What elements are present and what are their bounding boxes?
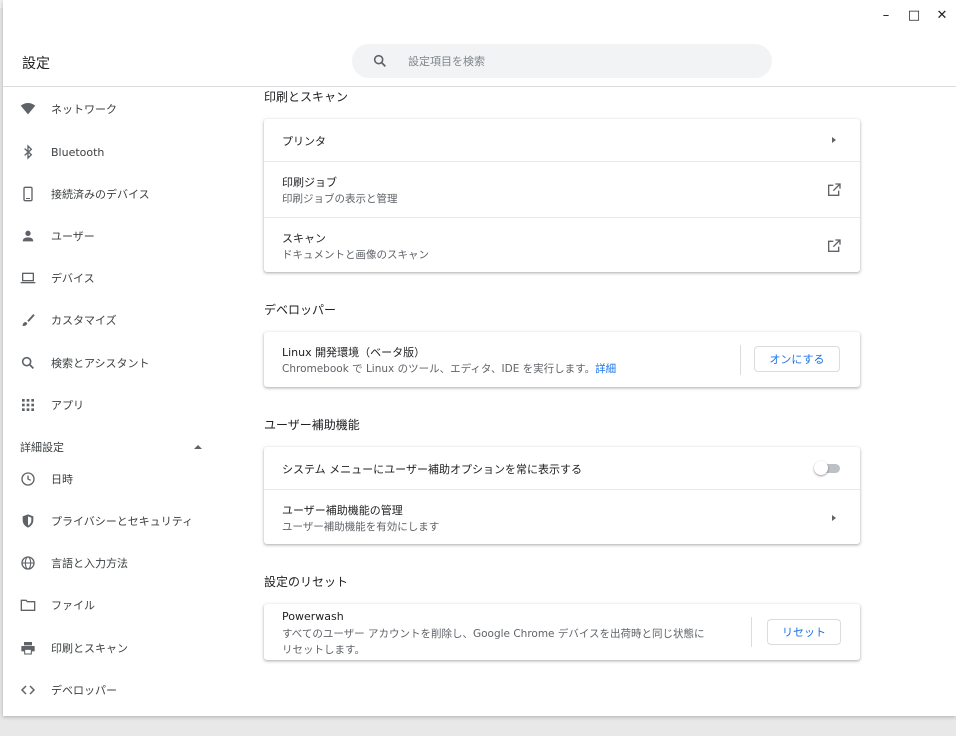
scan-subtitle: ドキュメントと画像のスキャン [282,249,429,261]
sidebar-item-developers[interactable]: デベロッパー [3,675,223,705]
developers-card: Linux 開発環境（ベータ版） Chromebook で Linux のツール… [264,332,860,387]
globe-icon [20,555,36,571]
manage-a11y-row[interactable]: ユーザー補助機能の管理 ユーザー補助機能を有効にします [264,489,860,545]
powerwash-description-line1: すべてのユーザー アカウントを削除し、Google Chrome デバイスを出荷… [282,628,705,640]
scan-title: スキャン [282,232,326,245]
printer-icon [20,640,36,656]
section-title-accessibility: ユーザー補助機能 [264,418,360,432]
print-jobs-title: 印刷ジョブ [282,176,337,189]
phone-icon [20,186,36,202]
sidebar-item-languages[interactable]: 言語と入力方法 [3,548,223,578]
sidebar-item-label: デバイス [51,272,95,285]
sidebar-item-label: ファイル [51,599,95,612]
sidebar-item-date-time[interactable]: 日時 [3,464,223,494]
shield-icon [20,513,36,529]
sidebar-item-files[interactable]: ファイル [3,590,223,620]
close-button[interactable]: ✕ [928,8,956,23]
sidebar-item-bluetooth[interactable]: Bluetooth [3,137,223,167]
maximize-button[interactable]: □ [900,8,928,23]
sidebar-item-label: ネットワーク [51,103,117,116]
sidebar-item-label: ユーザー [51,230,95,243]
chevron-right-icon [832,137,836,143]
manage-a11y-subtitle: ユーザー補助機能を有効にします [282,521,440,533]
sidebar-item-printing[interactable]: 印刷とスキャン [3,633,223,663]
advanced-section-label[interactable]: 詳細設定 [20,439,64,455]
sidebar-item-label: プライバシーとセキュリティ [51,515,194,528]
search-icon [373,54,386,67]
manage-a11y-title: ユーザー補助機能の管理 [282,504,403,517]
sidebar-item-personalization[interactable]: カスタマイズ [3,305,223,335]
scan-row[interactable]: スキャン ドキュメントと画像のスキャン [264,217,860,273]
chevron-right-icon [832,515,836,521]
brush-icon [20,312,36,328]
laptop-icon [20,270,36,286]
open-external-icon[interactable] [826,238,842,254]
printers-row[interactable]: プリンタ [264,119,860,161]
header: – □ ✕ 設定 [3,0,956,87]
search-input[interactable] [406,53,740,69]
search-box[interactable] [352,44,772,78]
sidebar-item-label: 検索とアシスタント [51,357,150,370]
caret-up-icon[interactable] [193,442,203,452]
powerwash-row: Powerwash すべてのユーザー アカウントを削除し、Google Chro… [264,604,860,660]
powerwash-title: Powerwash [282,610,344,623]
page-title: 設定 [22,56,50,72]
wifi-icon [20,101,36,117]
toggle-knob [814,461,828,475]
sidebar-item-label: 印刷とスキャン [51,642,128,655]
folder-icon [20,597,36,613]
powerwash-reset-button[interactable]: リセット [767,619,841,645]
code-icon [20,682,36,698]
bluetooth-icon [20,144,36,160]
sidebar-item-label: アプリ [51,399,84,412]
minimize-button[interactable]: – [872,8,900,23]
section-title-printing: 印刷とスキャン [264,90,349,104]
powerwash-description-line2: リセットします。 [282,644,365,656]
divider [751,617,752,647]
always-show-a11y-row[interactable]: システム メニューにユーザー補助オプションを常に表示する [264,447,860,489]
linux-description: Chromebook で Linux のツール、エディタ、IDE を実行します。 [282,363,596,375]
sidebar-item-connected-devices[interactable]: 接続済みのデバイス [3,179,223,209]
linux-row: Linux 開発環境（ベータ版） Chromebook で Linux のツール… [264,332,860,387]
sidebar-item-label: 接続済みのデバイス [51,188,150,201]
sidebar-item-label: 日時 [51,473,73,486]
sidebar-item-label: デベロッパー [51,684,117,697]
accessibility-card: システム メニューにユーザー補助オプションを常に表示する ユーザー補助機能の管理… [264,447,860,544]
printing-card: プリンタ 印刷ジョブ 印刷ジョブの表示と管理 スキャン ドキュメントと画像のスキ… [264,119,860,272]
print-jobs-row[interactable]: 印刷ジョブ 印刷ジョブの表示と管理 [264,161,860,217]
person-icon [20,228,36,244]
sidebar-item-users[interactable]: ユーザー [3,221,223,251]
printers-label: プリンタ [282,135,326,148]
clock-icon [20,471,36,487]
settings-window: – □ ✕ 設定 ネットワーク Bluetooth 接続済みのデバイス ユーザー [3,0,956,716]
window-controls: – □ ✕ [872,8,956,23]
section-title-developers: デベロッパー [264,303,337,317]
linux-enable-button[interactable]: オンにする [754,346,840,372]
reset-card: Powerwash すべてのユーザー アカウントを削除し、Google Chro… [264,604,860,660]
linux-subtitle: Chromebook で Linux のツール、エディタ、IDE を実行します。… [282,361,616,376]
sidebar-item-label: Bluetooth [51,145,105,159]
open-external-icon[interactable] [826,182,842,198]
sidebar-item-apps[interactable]: アプリ [3,390,223,420]
sidebar-item-label: 言語と入力方法 [51,557,128,570]
sidebar-item-search-assistant[interactable]: 検索とアシスタント [3,348,223,378]
always-show-a11y-toggle[interactable] [814,461,840,475]
sidebar-item-privacy[interactable]: プライバシーとセキュリティ [3,506,223,536]
search-icon [20,355,36,371]
apps-grid-icon [20,397,36,413]
linux-title: Linux 開発環境（ベータ版） [282,346,426,359]
print-jobs-subtitle: 印刷ジョブの表示と管理 [282,193,398,205]
sidebar-item-device[interactable]: デバイス [3,263,223,293]
divider [740,345,741,375]
sidebar-item-label: カスタマイズ [51,314,117,327]
section-title-reset: 設定のリセット [264,575,349,589]
linux-learn-more-link[interactable]: 詳細 [595,363,616,375]
always-show-a11y-label: システム メニューにユーザー補助オプションを常に表示する [282,463,582,476]
sidebar-item-network[interactable]: ネットワーク [3,94,223,124]
